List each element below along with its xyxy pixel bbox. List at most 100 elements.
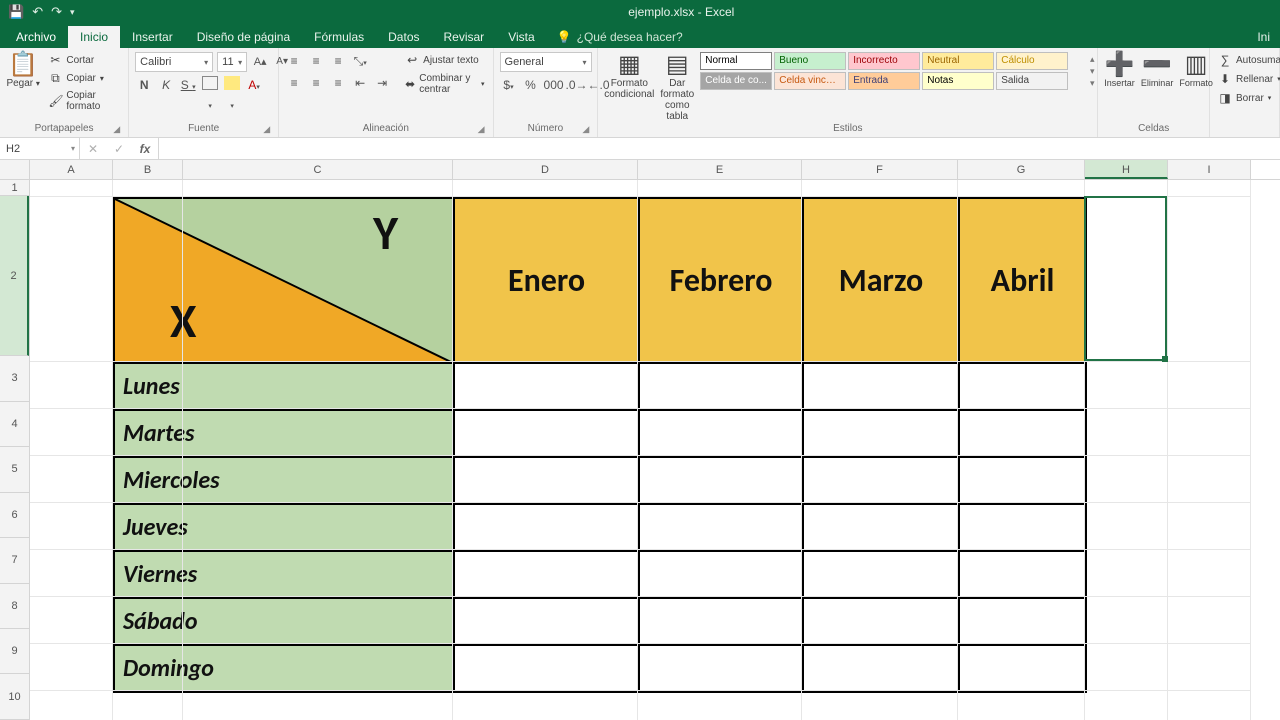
font-size-combo[interactable]: 11▾: [217, 52, 247, 72]
cell[interactable]: [183, 409, 453, 456]
clipboard-launcher-icon[interactable]: ◢: [113, 124, 120, 135]
alignment-launcher-icon[interactable]: ◢: [478, 124, 485, 135]
tab-formulas[interactable]: Fórmulas: [302, 26, 376, 48]
cell[interactable]: [802, 362, 958, 409]
cell[interactable]: [1168, 197, 1251, 362]
tab-home[interactable]: Inicio: [68, 26, 120, 48]
column-header[interactable]: I: [1168, 160, 1251, 179]
cell[interactable]: [802, 644, 958, 691]
cell[interactable]: [183, 362, 453, 409]
enter-formula-button[interactable]: ✓: [106, 142, 132, 156]
style-preset[interactable]: Salida: [996, 72, 1068, 90]
clear-button[interactable]: ◨Borrar ▾: [1216, 90, 1273, 106]
italic-button[interactable]: K: [157, 76, 175, 94]
tab-insert[interactable]: Insertar: [120, 26, 185, 48]
cell[interactable]: [183, 180, 453, 197]
insert-function-button[interactable]: fx: [132, 142, 158, 156]
column-header[interactable]: H: [1085, 160, 1168, 179]
cell[interactable]: [453, 644, 638, 691]
format-cells-button[interactable]: ▥Formato: [1179, 52, 1213, 89]
chevron-down-icon[interactable]: ▾: [1086, 66, 1098, 76]
cell[interactable]: [30, 550, 113, 597]
align-middle-button[interactable]: ≡: [307, 52, 325, 70]
font-family-combo[interactable]: Calibri▾: [135, 52, 213, 72]
cell[interactable]: [802, 409, 958, 456]
cells-container[interactable]: XYEneroFebreroMarzoAbrilLunesMartesMierc…: [30, 180, 1280, 720]
tab-review[interactable]: Revisar: [432, 26, 497, 48]
cell[interactable]: [1168, 409, 1251, 456]
more-icon[interactable]: ▾: [1086, 78, 1098, 88]
cell[interactable]: [113, 691, 183, 720]
cell[interactable]: [1168, 597, 1251, 644]
cell[interactable]: [30, 362, 113, 409]
cell[interactable]: [453, 362, 638, 409]
cell[interactable]: [1168, 691, 1251, 720]
cell[interactable]: [958, 362, 1085, 409]
cell[interactable]: [638, 180, 802, 197]
border-button[interactable]: ▾: [201, 76, 219, 94]
cell[interactable]: [958, 691, 1085, 720]
cell[interactable]: [183, 644, 453, 691]
redo-icon[interactable]: ↷: [51, 4, 62, 20]
align-right-button[interactable]: ≡: [329, 74, 347, 92]
cell[interactable]: [638, 644, 802, 691]
tab-data[interactable]: Datos: [376, 26, 431, 48]
bold-button[interactable]: N: [135, 76, 153, 94]
style-preset[interactable]: Normal: [700, 52, 772, 70]
cell[interactable]: [113, 197, 183, 362]
grow-font-button[interactable]: A▴: [251, 53, 269, 71]
cell[interactable]: [802, 597, 958, 644]
cell[interactable]: [638, 691, 802, 720]
style-preset[interactable]: Celda de co...: [700, 72, 772, 90]
style-preset[interactable]: Neutral: [922, 52, 994, 70]
cell[interactable]: [958, 197, 1085, 362]
underline-button[interactable]: S ▾: [179, 76, 197, 94]
style-preset[interactable]: Incorrecto: [848, 52, 920, 70]
row-header[interactable]: 9: [0, 629, 29, 674]
cell[interactable]: [453, 180, 638, 197]
cell-styles-gallery[interactable]: NormalBuenoIncorrectoNeutralCálculoCelda…: [700, 52, 1068, 90]
cell[interactable]: [1085, 197, 1168, 362]
paste-button[interactable]: 📋 Pegar ▾: [6, 52, 40, 89]
undo-icon[interactable]: ↶: [32, 4, 43, 20]
indent-decrease-button[interactable]: ⇤: [351, 74, 369, 92]
cell[interactable]: [1085, 550, 1168, 597]
style-preset[interactable]: Notas: [922, 72, 994, 90]
cell[interactable]: [802, 180, 958, 197]
row-header[interactable]: 6: [0, 493, 29, 538]
copy-button[interactable]: ⧉Copiar ▾: [46, 70, 122, 87]
cut-button[interactable]: ✂Cortar: [46, 52, 122, 68]
cell[interactable]: [958, 456, 1085, 503]
cell[interactable]: [958, 597, 1085, 644]
number-launcher-icon[interactable]: ◢: [582, 124, 589, 135]
cell[interactable]: [453, 503, 638, 550]
row-header[interactable]: 1: [0, 180, 29, 196]
format-as-table-button[interactable]: ▤ Dar formato como tabla: [660, 52, 694, 122]
column-header[interactable]: D: [453, 160, 638, 179]
fill-color-button[interactable]: ▾: [223, 76, 241, 94]
cell[interactable]: [1085, 456, 1168, 503]
cell[interactable]: [1085, 597, 1168, 644]
cell[interactable]: [638, 550, 802, 597]
cell-styles-scroll[interactable]: ▴ ▾ ▾: [1086, 54, 1098, 88]
cell[interactable]: [1085, 691, 1168, 720]
cell[interactable]: [1085, 362, 1168, 409]
cell[interactable]: [113, 180, 183, 197]
row-header[interactable]: 7: [0, 538, 29, 583]
align-center-button[interactable]: ≡: [307, 74, 325, 92]
align-left-button[interactable]: ≡: [285, 74, 303, 92]
cell[interactable]: [453, 456, 638, 503]
cell[interactable]: [453, 409, 638, 456]
cell[interactable]: [453, 550, 638, 597]
name-box[interactable]: H2 ▾: [0, 138, 80, 159]
cell[interactable]: [113, 597, 183, 644]
font-launcher-icon[interactable]: ◢: [263, 124, 270, 135]
column-header[interactable]: F: [802, 160, 958, 179]
tab-view[interactable]: Vista: [496, 26, 546, 48]
cell[interactable]: [1168, 644, 1251, 691]
cell[interactable]: [958, 550, 1085, 597]
cell[interactable]: [638, 597, 802, 644]
cell[interactable]: [30, 197, 113, 362]
tell-me[interactable]: 💡 ¿Qué desea hacer?: [547, 26, 693, 48]
row-header[interactable]: 5: [0, 447, 29, 492]
